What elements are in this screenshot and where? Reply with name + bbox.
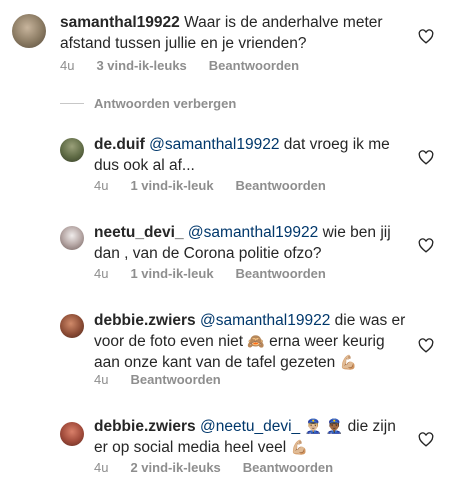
avatar[interactable] xyxy=(60,138,84,162)
comment-username[interactable]: debbie.zwiers xyxy=(94,312,196,329)
avatar[interactable] xyxy=(60,226,84,250)
likes-count[interactable]: 3 vind-ik-leuks xyxy=(96,58,186,73)
reply-button[interactable]: Beantwoorden xyxy=(236,178,326,193)
heart-outline-icon[interactable] xyxy=(418,150,434,165)
comment-body: die zijn xyxy=(347,418,396,435)
comment-mention[interactable]: @samanthal19922 xyxy=(149,136,279,153)
comment-body-line: er op social media heel veel xyxy=(94,439,287,456)
likes-count[interactable]: 1 vind-ik-leuk xyxy=(130,266,213,281)
comment-username[interactable]: debbie.zwiers xyxy=(94,418,196,435)
comment-time: 4u xyxy=(94,178,109,193)
comment-body: dat vroeg ik me xyxy=(283,136,390,153)
comment-time: 4u xyxy=(94,372,109,387)
comment-body-line: afstand tussen jullie en je vrienden? xyxy=(60,35,307,52)
heart-outline-icon[interactable] xyxy=(418,432,434,447)
avatar[interactable] xyxy=(12,14,46,48)
police-officer-emoji-icon: 👮🏼‍♂️ 👮🏾‍♂️ xyxy=(304,418,344,434)
comment-body-line: aan onze kant van de tafel gezeten xyxy=(94,354,336,371)
heart-outline-icon[interactable] xyxy=(418,338,434,353)
monkey-emoji-icon: 🙈 xyxy=(247,333,265,349)
comment-text: neetu_devi_ @samanthal19922 wie ben jij … xyxy=(94,222,414,264)
comment-mention[interactable]: @samanthal19922 xyxy=(200,312,330,329)
comment-body-line: erna weer keurig xyxy=(269,333,385,350)
comment-body-line: dus ook al af... xyxy=(94,157,195,174)
comment-meta: 4u 1 vind-ik-leuk Beantwoorden xyxy=(94,178,348,193)
likes-count[interactable]: 1 vind-ik-leuk xyxy=(130,178,213,193)
comment-body: Waar is de anderhalve meter xyxy=(184,14,383,31)
comment-text: debbie.zwiers @samanthal19922 die was er… xyxy=(94,310,424,373)
flexed-biceps-emoji-icon: 💪🏼 xyxy=(339,354,358,370)
comment-username[interactable]: neetu_devi_ xyxy=(94,224,184,241)
reply-comment: debbie.zwiers @samanthal19922 die was er… xyxy=(0,306,456,396)
reply-button[interactable]: Beantwoorden xyxy=(243,460,333,475)
comment-body-line: dan , van de Corona politie ofzo? xyxy=(94,245,322,262)
comment-mention[interactable]: @samanthal19922 xyxy=(188,224,318,241)
comment-meta: 4u 1 vind-ik-leuk Beantwoorden xyxy=(94,266,348,281)
comment-text: debbie.zwiers @neetu_devi_ 👮🏼‍♂️ 👮🏾‍♂️ d… xyxy=(94,416,424,458)
likes-count[interactable]: 2 vind-ik-leuks xyxy=(130,460,220,475)
comment-mention[interactable]: @neetu_devi_ xyxy=(200,418,300,435)
reply-button[interactable]: Beantwoorden xyxy=(236,266,326,281)
reply-comment: debbie.zwiers @neetu_devi_ 👮🏼‍♂️ 👮🏾‍♂️ d… xyxy=(0,412,456,492)
comment-username[interactable]: samanthal19922 xyxy=(60,14,180,31)
comment-body: wie ben jij xyxy=(322,224,391,241)
reply-button[interactable]: Beantwoorden xyxy=(130,372,220,387)
reply-comment: de.duif @samanthal19922 dat vroeg ik me … xyxy=(0,130,456,200)
reply-comment: neetu_devi_ @samanthal19922 wie ben jij … xyxy=(0,218,456,288)
comment-text: samanthal19922 Waar is de anderhalve met… xyxy=(60,12,410,54)
comment-meta: 4u Beantwoorden xyxy=(94,372,243,387)
flexed-biceps-emoji-icon: 💪🏼 xyxy=(290,439,308,455)
comment-meta: 4u 3 vind-ik-leuks Beantwoorden xyxy=(60,58,321,73)
comment-time: 4u xyxy=(94,460,109,475)
hide-replies-label[interactable]: Antwoorden verbergen xyxy=(94,96,236,111)
comment-time: 4u xyxy=(60,58,75,73)
heart-outline-icon[interactable] xyxy=(418,29,434,44)
comment-body: die was er xyxy=(334,312,406,329)
comment-meta: 4u 2 vind-ik-leuks Beantwoorden xyxy=(94,460,355,475)
comment-time: 4u xyxy=(94,266,109,281)
reply-button[interactable]: Beantwoorden xyxy=(209,58,299,73)
comment-text: de.duif @samanthal19922 dat vroeg ik me … xyxy=(94,134,414,176)
comment-username[interactable]: de.duif xyxy=(94,136,145,153)
avatar[interactable] xyxy=(60,314,84,338)
avatar[interactable] xyxy=(60,422,84,446)
comment-body-line: voor de foto even niet xyxy=(94,333,244,350)
comment: samanthal19922 Waar is de anderhalve met… xyxy=(0,0,456,90)
hide-replies-toggle[interactable]: Antwoorden verbergen xyxy=(60,96,236,111)
divider xyxy=(60,103,84,104)
heart-outline-icon[interactable] xyxy=(418,238,434,253)
